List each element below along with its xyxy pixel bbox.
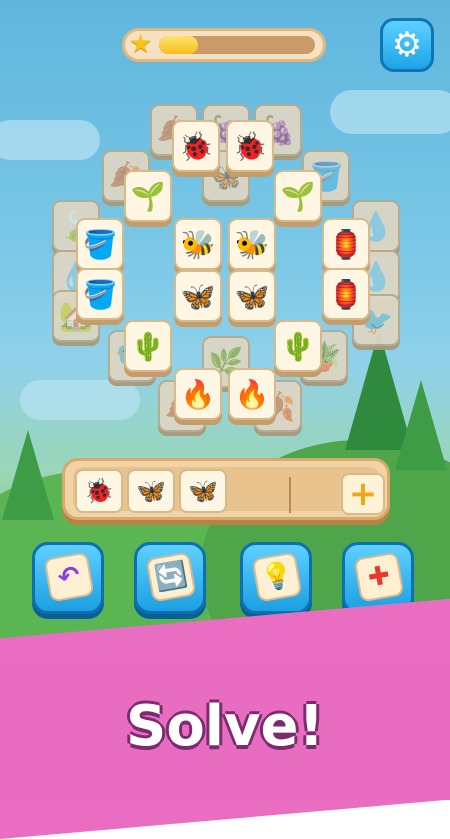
ladybug-icon: 🐞 xyxy=(178,129,214,163)
star-icon: ★ xyxy=(129,29,153,59)
progress-fill xyxy=(159,36,198,54)
progress-track xyxy=(159,36,315,54)
butterfly-icon: 🦋 xyxy=(180,279,216,313)
tile-tray: 🐞 🦋 🦋 + xyxy=(62,458,390,520)
tile-ladybug[interactable]: 🐞 xyxy=(226,120,274,172)
banner-title: Solve! xyxy=(125,694,325,759)
shuffle-icon: 🔄 xyxy=(145,551,197,603)
ladybug-icon: 🐞 xyxy=(84,477,114,505)
undo-button[interactable]: ↶ xyxy=(32,542,104,614)
tray-slots: 🐞 🦋 🦋 + xyxy=(73,467,385,515)
cloud xyxy=(330,90,450,134)
cloud xyxy=(0,120,100,160)
sprout-icon: 🌱 xyxy=(130,179,166,213)
butterfly-icon: 🦋 xyxy=(136,477,166,505)
tile-birdcage[interactable]: 🏮 xyxy=(322,218,370,270)
pine-tree xyxy=(395,380,447,470)
tile-bee[interactable]: 🐝 xyxy=(228,218,276,270)
sprout-icon: 🌱 xyxy=(280,179,316,213)
campfire-icon: 🔥 xyxy=(180,377,216,411)
tile-butterfly[interactable]: 🦋 xyxy=(174,270,222,322)
pine-tree xyxy=(2,430,54,520)
tile-campfire[interactable]: 🔥 xyxy=(228,368,276,420)
bee-icon: 🐝 xyxy=(234,227,270,261)
birdcage-icon: 🏮 xyxy=(328,277,364,311)
butterfly-icon: 🦋 xyxy=(188,477,218,505)
tile-cactus[interactable]: 🌵 xyxy=(274,320,322,372)
tray-slot: 🐞 xyxy=(75,469,123,513)
bucket-icon: 🪣 xyxy=(82,277,118,311)
tile-sprout[interactable]: 🌱 xyxy=(274,170,322,222)
birdcage-icon: 🏮 xyxy=(328,227,364,261)
cloud xyxy=(20,380,140,420)
hint-button[interactable]: 💡 xyxy=(240,542,312,614)
butterfly-icon: 🦋 xyxy=(234,279,270,313)
add-slot-button[interactable]: + xyxy=(341,473,385,515)
plus-icon: + xyxy=(348,474,378,514)
tile-birdcage[interactable]: 🏮 xyxy=(322,268,370,320)
settings-button[interactable]: ⚙ xyxy=(380,18,434,72)
tray-slot: 🦋 xyxy=(127,469,175,513)
tile-cactus[interactable]: 🌵 xyxy=(124,320,172,372)
lightbulb-icon: 💡 xyxy=(251,551,303,603)
tray-divider xyxy=(289,477,291,513)
tile-ladybug[interactable]: 🐞 xyxy=(172,120,220,172)
campfire-icon: 🔥 xyxy=(234,377,270,411)
tile-butterfly[interactable]: 🦋 xyxy=(228,270,276,322)
cactus-icon: 🌵 xyxy=(280,329,316,363)
tray-slot: 🦋 xyxy=(179,469,227,513)
tile-campfire[interactable]: 🔥 xyxy=(174,368,222,420)
undo-icon: ↶ xyxy=(43,551,95,603)
tile-bucket[interactable]: 🪣 xyxy=(76,218,124,270)
level-progress-bar: ★ xyxy=(122,28,326,62)
gear-icon: ⚙ xyxy=(391,25,423,65)
bucket-icon: 🪣 xyxy=(82,227,118,261)
tile-bucket[interactable]: 🪣 xyxy=(76,268,124,320)
tile-bee[interactable]: 🐝 xyxy=(174,218,222,270)
tile-sprout[interactable]: 🌱 xyxy=(124,170,172,222)
ladybug-icon: 🐞 xyxy=(232,129,268,163)
plus-icon: ✚ xyxy=(353,551,405,603)
shuffle-button[interactable]: 🔄 xyxy=(134,542,206,614)
cactus-icon: 🌵 xyxy=(130,329,166,363)
bee-icon: 🐝 xyxy=(180,227,216,261)
